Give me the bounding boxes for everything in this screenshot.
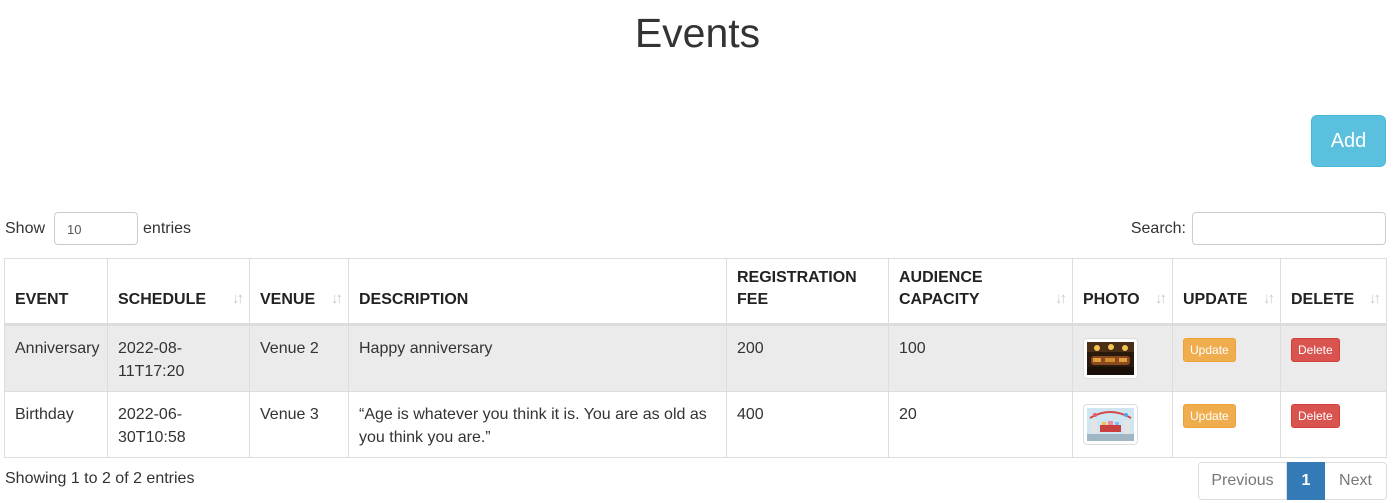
column-header-delete[interactable]: DELETE ↓↑ [1280, 258, 1387, 326]
table-row: Birthday 2022-06-30T10:58 Venue 3 “Age i… [4, 391, 1387, 458]
sort-arrows-icon: ↓↑ [232, 290, 244, 307]
cell-event: Anniversary [4, 324, 108, 392]
entries-select[interactable]: 10 [54, 212, 139, 245]
pagination-next[interactable]: Next [1325, 462, 1387, 500]
column-header-description[interactable]: DESCRIPTION [348, 258, 727, 326]
pagination-page-1[interactable]: 1 [1287, 462, 1325, 500]
cell-registration-fee: 400 [726, 391, 889, 458]
sort-arrows-icon: ↓↑ [1369, 290, 1381, 307]
cell-venue: Venue 3 [249, 391, 349, 458]
sort-arrows-icon: ↓↑ [1055, 290, 1067, 307]
column-header-audience-capacity[interactable]: AUDIENCE CAPACITY ↓↑ [888, 258, 1073, 326]
cell-audience-capacity: 100 [888, 324, 1073, 392]
cell-delete: Delete [1280, 324, 1387, 392]
events-table: EVENT SCHEDULE ↓↑ VENUE ↓↑ DESCRIPTION REG… [4, 258, 1387, 458]
delete-button[interactable]: Delete [1291, 404, 1340, 428]
entries-length-control: Show 10 entries [5, 212, 191, 245]
cell-description: Happy anniversary [348, 324, 727, 392]
banquet-hall-photo-icon [1087, 342, 1134, 375]
column-header-event[interactable]: EVENT [4, 258, 108, 326]
update-button[interactable]: Update [1183, 404, 1236, 428]
show-label: Show [5, 219, 46, 237]
pagination: Previous 1 Next [1198, 462, 1387, 500]
event-photo-thumbnail[interactable] [1083, 404, 1138, 445]
sort-arrows-icon: ↓↑ [331, 290, 343, 307]
cell-schedule: 2022-06-30T10:58 [107, 391, 250, 458]
cell-schedule: 2022-08-11T17:20 [107, 324, 250, 392]
cell-venue: Venue 2 [249, 324, 349, 392]
sort-arrows-icon: ↓↑ [1155, 290, 1167, 307]
table-info: Showing 1 to 2 of 2 entries [5, 470, 195, 487]
cell-registration-fee: 200 [726, 324, 889, 392]
cell-photo [1072, 391, 1173, 458]
search-label: Search: [1130, 219, 1186, 237]
cell-description: “Age is whatever you think it is. You ar… [348, 391, 727, 458]
sort-arrows-icon: ↓↑ [1263, 290, 1275, 307]
cell-update: Update [1172, 391, 1281, 458]
cell-audience-capacity: 20 [888, 391, 1073, 458]
cell-photo [1072, 324, 1173, 392]
pagination-previous[interactable]: Previous [1198, 462, 1287, 500]
table-header-row: EVENT SCHEDULE ↓↑ VENUE ↓↑ DESCRIPTION REG… [4, 258, 1387, 326]
delete-button[interactable]: Delete [1291, 338, 1340, 362]
column-header-schedule[interactable]: SCHEDULE ↓↑ [107, 258, 250, 326]
column-header-photo[interactable]: PHOTO ↓↑ [1072, 258, 1173, 326]
page-title: Events [634, 10, 761, 56]
table-row: Anniversary 2022-08-11T17:20 Venue 2 Hap… [4, 324, 1387, 392]
column-header-registration-fee[interactable]: REGISTRATION FEE [726, 258, 889, 326]
cell-update: Update [1172, 324, 1281, 392]
column-header-update[interactable]: UPDATE ↓↑ [1172, 258, 1281, 326]
cell-delete: Delete [1280, 391, 1387, 458]
event-photo-thumbnail[interactable] [1083, 338, 1138, 379]
party-room-photo-icon [1087, 408, 1134, 441]
search-control: Search: [1131, 212, 1386, 245]
add-button[interactable]: Add [1311, 115, 1386, 167]
search-input[interactable] [1192, 212, 1386, 245]
entries-label: entries [143, 219, 192, 237]
cell-event: Birthday [4, 391, 108, 458]
update-button[interactable]: Update [1183, 338, 1236, 362]
column-header-venue[interactable]: VENUE ↓↑ [249, 258, 349, 326]
